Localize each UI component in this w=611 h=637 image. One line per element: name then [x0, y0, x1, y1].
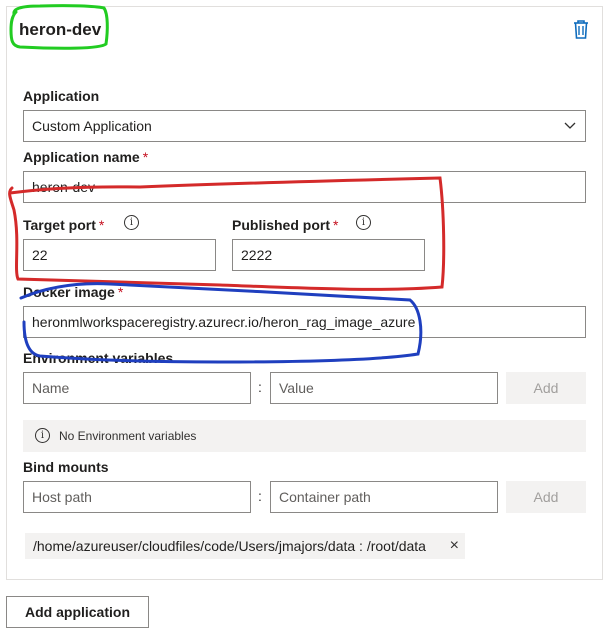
docker-image-label: Docker image * [23, 284, 124, 300]
chevron-down-icon [563, 111, 577, 141]
target-port-label: Target port * [23, 217, 105, 233]
published-port-input[interactable]: 2222 [232, 239, 425, 271]
env-name-input[interactable]: Name [23, 372, 251, 404]
mount-separator: : [258, 488, 262, 504]
env-empty-message: i No Environment variables [23, 420, 586, 452]
required-marker: * [333, 217, 339, 233]
required-marker: * [142, 149, 149, 165]
info-icon[interactable]: i [356, 215, 371, 230]
card-title: heron-dev [19, 20, 102, 39]
application-name-input[interactable]: heron-dev [23, 171, 586, 203]
container-path-input[interactable]: Container path [270, 481, 498, 513]
application-name-label: Application name * [23, 149, 149, 165]
trash-icon[interactable] [571, 18, 591, 40]
target-port-input[interactable]: 22 [23, 239, 216, 271]
env-separator: : [258, 379, 262, 395]
close-icon[interactable]: × [450, 533, 459, 559]
docker-image-input[interactable]: heronmlworkspaceregistry.azurecr.io/hero… [23, 306, 586, 338]
application-label: Application [23, 88, 100, 104]
bind-mounts-label: Bind mounts [23, 459, 109, 475]
env-value-input[interactable]: Value [270, 372, 498, 404]
add-application-button[interactable]: Add application [6, 596, 149, 628]
info-icon[interactable]: i [124, 215, 139, 230]
bind-mount-chip: /home/azureuser/cloudfiles/code/Users/jm… [25, 533, 465, 559]
published-port-label: Published port * [232, 217, 339, 233]
mount-add-button[interactable]: Add [506, 481, 586, 513]
bind-mount-text: /home/azureuser/cloudfiles/code/Users/jm… [33, 538, 426, 554]
required-marker: * [98, 217, 105, 233]
application-select-value: Custom Application [32, 118, 152, 134]
info-icon: i [35, 428, 50, 443]
host-path-input[interactable]: Host path [23, 481, 251, 513]
application-select[interactable]: Custom Application [23, 110, 586, 142]
required-marker: * [117, 284, 124, 300]
env-add-button[interactable]: Add [506, 372, 586, 404]
application-card: heron-dev Application Custom Application… [6, 6, 603, 580]
env-vars-label: Environment variables [23, 350, 174, 366]
